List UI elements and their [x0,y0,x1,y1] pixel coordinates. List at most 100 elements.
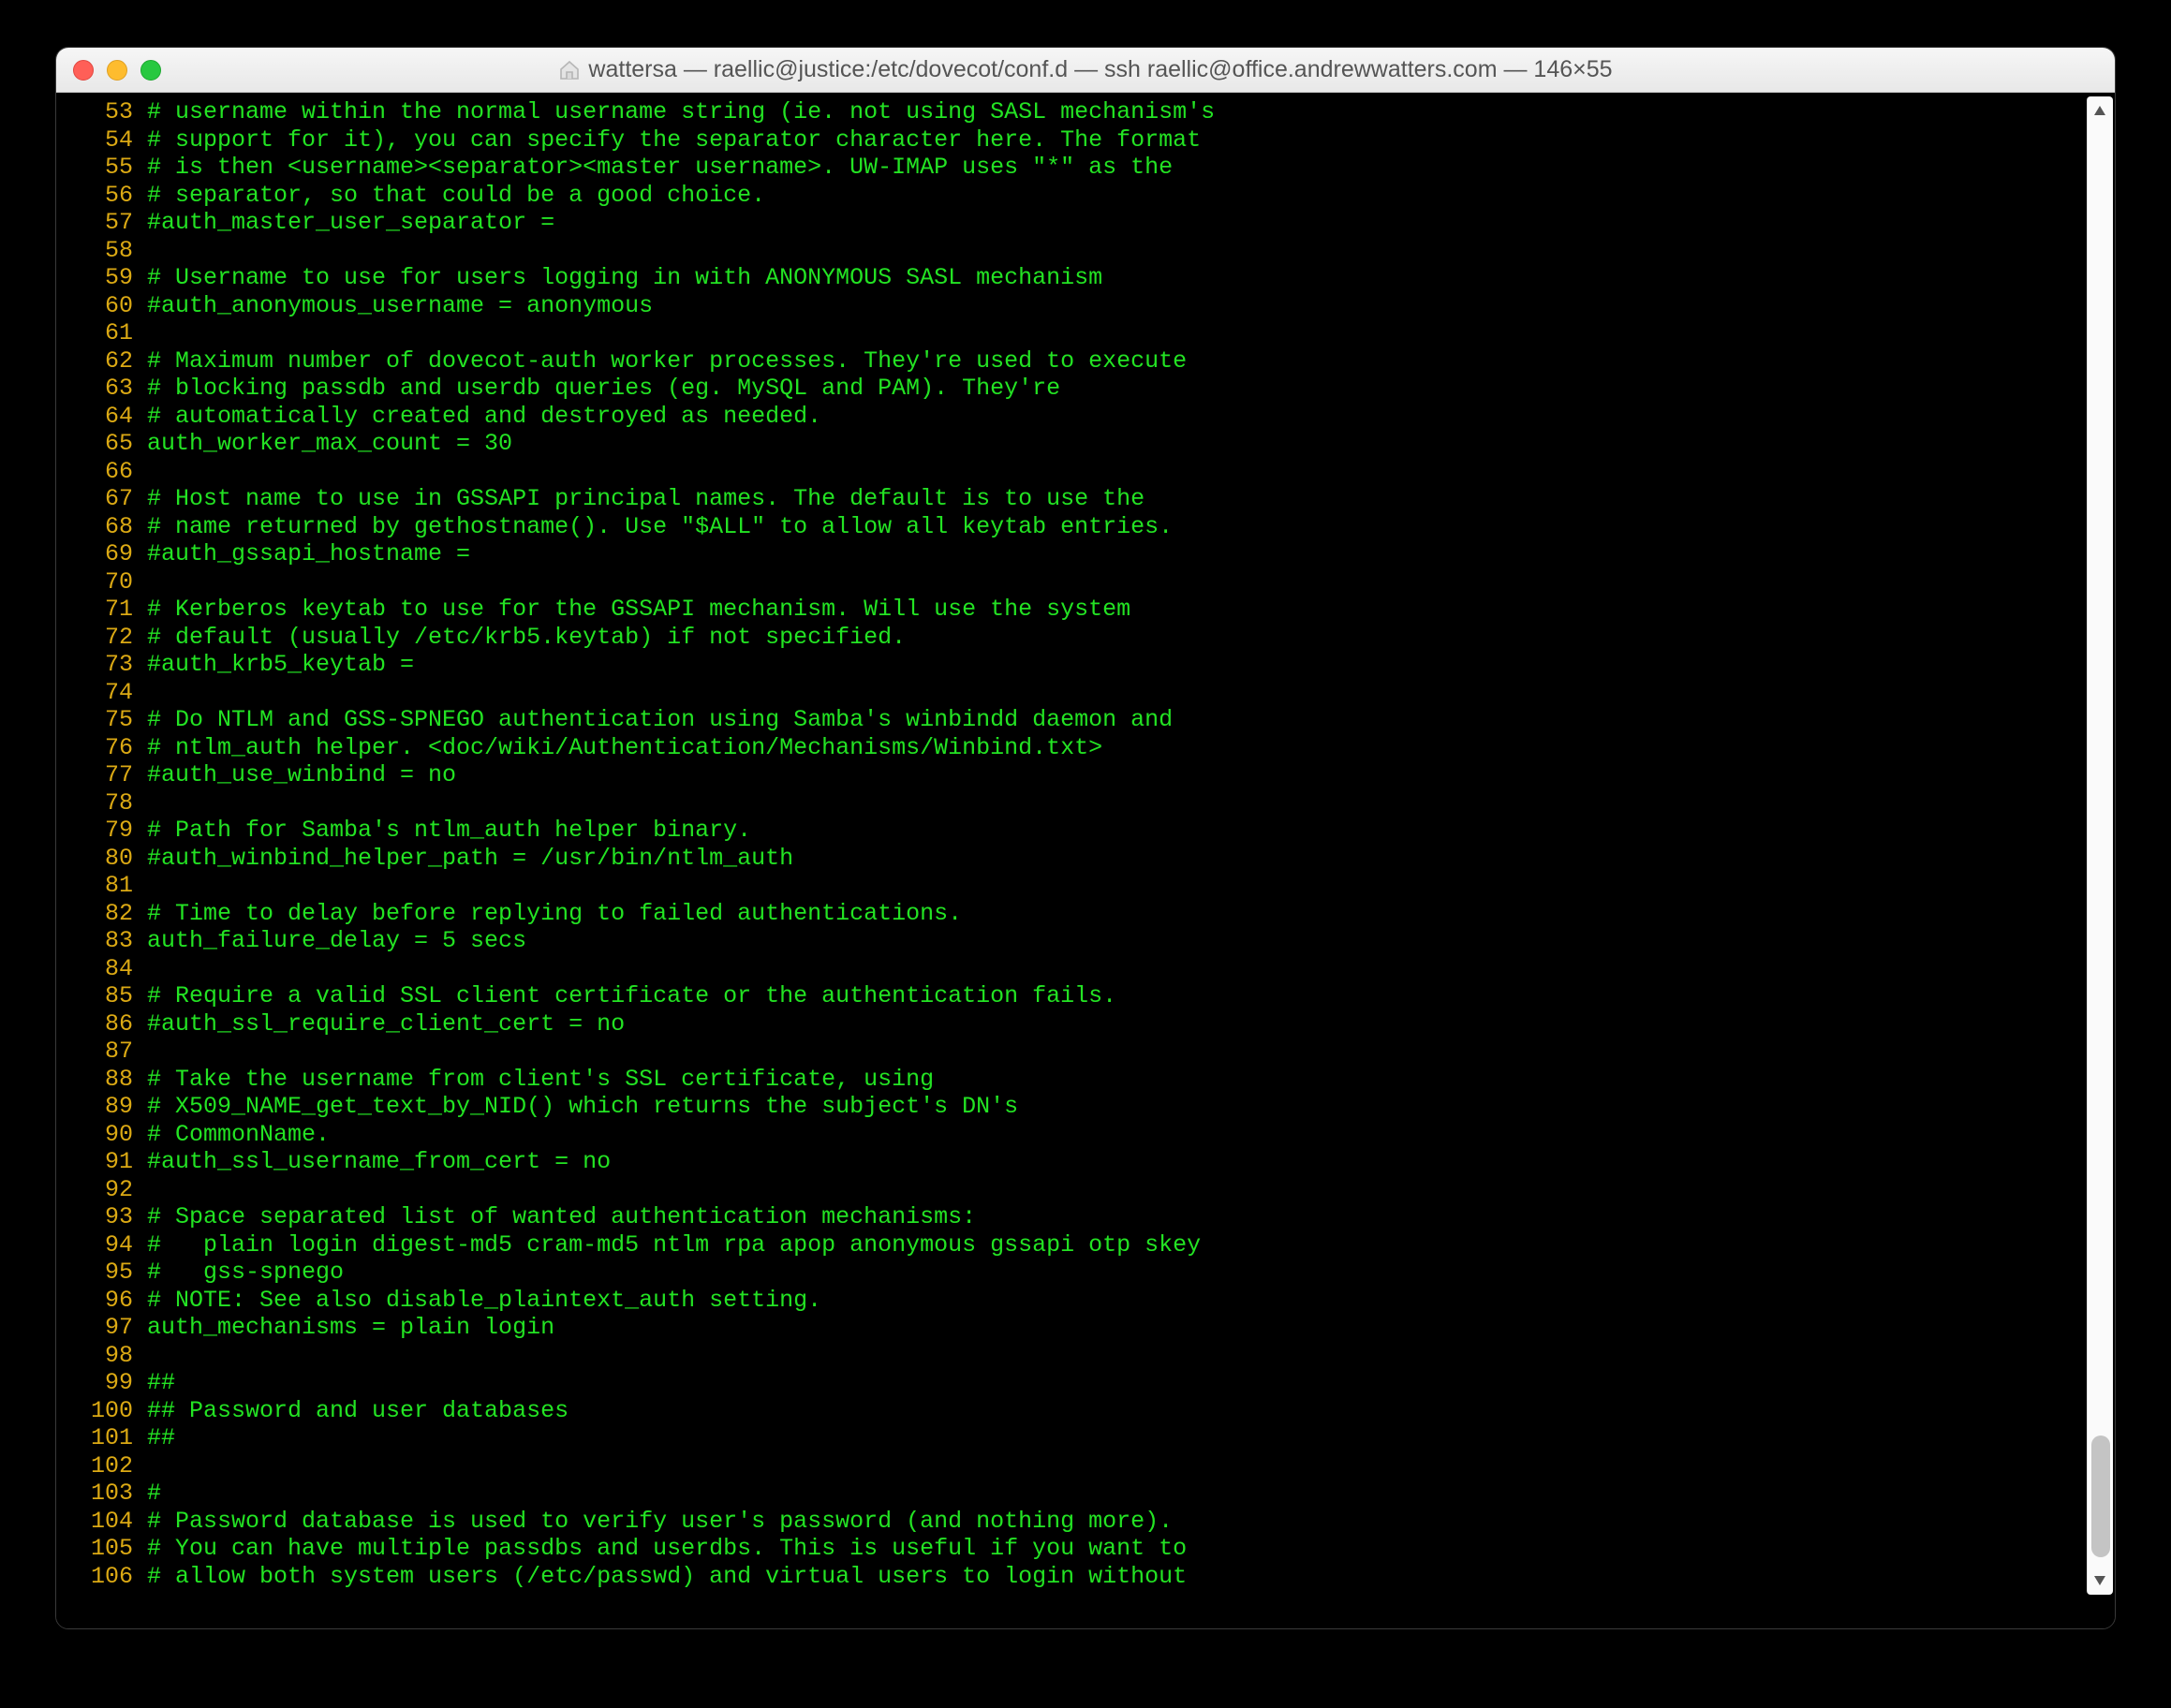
code-line: 74 [77,679,2074,707]
terminal-text[interactable]: 53# username within the normal username … [60,98,2111,1590]
line-number: 68 [77,513,147,541]
line-number: 85 [77,982,147,1010]
line-text: # Path for Samba's ntlm_auth helper bina… [147,817,751,844]
line-text: # is then <username><separator><master u… [147,154,1173,181]
line-text: # plain login digest-md5 cram-md5 ntlm r… [147,1231,1201,1259]
code-line: 77#auth_use_winbind = no [77,761,2074,789]
line-text: # default (usually /etc/krb5.keytab) if … [147,624,906,651]
line-number: 74 [77,679,147,707]
code-line: 55# is then <username><separator><master… [77,154,2074,182]
code-line: 89# X509_NAME_get_text_by_NID() which re… [77,1093,2074,1121]
line-number: 82 [77,900,147,928]
line-text: #auth_anonymous_username = anonymous [147,292,653,319]
code-line: 100## Password and user databases [77,1397,2074,1425]
line-text: #auth_master_user_separator = [147,209,554,236]
line-text: #auth_use_winbind = no [147,761,456,788]
line-number: 55 [77,154,147,182]
code-line: 72# default (usually /etc/krb5.keytab) i… [77,624,2074,652]
code-line: 68# name returned by gethostname(). Use … [77,513,2074,541]
code-line: 92 [77,1176,2074,1204]
line-number: 71 [77,596,147,624]
line-text: #auth_winbind_helper_path = /usr/bin/ntl… [147,845,793,872]
line-text: #auth_gssapi_hostname = [147,540,470,567]
code-line: 54# support for it), you can specify the… [77,126,2074,155]
line-number: 78 [77,789,147,817]
code-line: 76# ntlm_auth helper. <doc/wiki/Authenti… [77,734,2074,762]
code-line: 78 [77,789,2074,817]
line-text: # Time to delay before replying to faile… [147,900,962,927]
line-number: 97 [77,1314,147,1342]
terminal-body[interactable]: 53# username within the normal username … [56,93,2115,1628]
scrollbar[interactable] [2087,96,2113,1595]
line-number: 86 [77,1010,147,1038]
line-number: 75 [77,706,147,734]
line-number: 67 [77,485,147,513]
line-number: 88 [77,1066,147,1094]
line-number: 61 [77,319,147,347]
line-number: 53 [77,98,147,126]
code-line: 105# You can have multiple passdbs and u… [77,1535,2074,1563]
line-number: 73 [77,651,147,679]
code-line: 90# CommonName. [77,1121,2074,1149]
zoom-button[interactable] [140,60,161,81]
minimize-button[interactable] [107,60,127,81]
line-number: 94 [77,1231,147,1259]
line-number: 79 [77,817,147,845]
close-button[interactable] [73,60,94,81]
line-number: 81 [77,872,147,900]
code-line: 99## [77,1369,2074,1397]
code-line: 93# Space separated list of wanted authe… [77,1203,2074,1231]
window-title-area: wattersa — raellic@justice:/etc/dovecot/… [73,56,2098,83]
line-text: auth_mechanisms = plain login [147,1314,554,1341]
line-number: 60 [77,292,147,320]
line-text: #auth_krb5_keytab = [147,651,414,678]
code-line: 69#auth_gssapi_hostname = [77,540,2074,568]
code-line: 67# Host name to use in GSSAPI principal… [77,485,2074,513]
line-number: 100 [77,1397,147,1425]
home-icon [558,59,581,81]
line-text: # Take the username from client's SSL ce… [147,1066,934,1093]
terminal-window: wattersa — raellic@justice:/etc/dovecot/… [55,47,2116,1629]
code-line: 101## [77,1424,2074,1452]
line-number: 64 [77,403,147,431]
line-text: # [147,1480,161,1507]
line-number: 96 [77,1287,147,1315]
line-text: # username within the normal username st… [147,98,1215,125]
line-number: 91 [77,1148,147,1176]
code-line: 65auth_worker_max_count = 30 [77,430,2074,458]
line-text: # X509_NAME_get_text_by_NID() which retu… [147,1093,1018,1120]
code-line: 61 [77,319,2074,347]
line-number: 87 [77,1038,147,1066]
line-text: #auth_ssl_require_client_cert = no [147,1010,625,1038]
code-line: 63# blocking passdb and userdb queries (… [77,375,2074,403]
line-number: 99 [77,1369,147,1397]
scrollbar-thumb[interactable] [2091,1436,2110,1557]
code-line: 85# Require a valid SSL client certifica… [77,982,2074,1010]
line-number: 95 [77,1259,147,1287]
code-line: 80#auth_winbind_helper_path = /usr/bin/n… [77,845,2074,873]
line-number: 58 [77,237,147,265]
line-text: # blocking passdb and userdb queries (eg… [147,375,1060,402]
code-line: 66 [77,458,2074,486]
line-text: #auth_ssl_username_from_cert = no [147,1148,611,1175]
code-line: 86#auth_ssl_require_client_cert = no [77,1010,2074,1038]
line-number: 59 [77,264,147,292]
code-line: 84 [77,955,2074,983]
line-number: 66 [77,458,147,486]
line-text: # separator, so that could be a good cho… [147,182,765,209]
code-line: 73#auth_krb5_keytab = [77,651,2074,679]
scroll-down-arrow[interactable] [2088,1568,2112,1593]
line-text: # Password database is used to verify us… [147,1508,1173,1535]
line-number: 93 [77,1203,147,1231]
line-number: 102 [77,1452,147,1480]
titlebar[interactable]: wattersa — raellic@justice:/etc/dovecot/… [56,48,2115,93]
line-number: 103 [77,1480,147,1508]
scroll-up-arrow[interactable] [2088,98,2112,123]
code-line: 96# NOTE: See also disable_plaintext_aut… [77,1287,2074,1315]
code-line: 60#auth_anonymous_username = anonymous [77,292,2074,320]
line-number: 80 [77,845,147,873]
line-text: # support for it), you can specify the s… [147,126,1201,154]
line-text: auth_worker_max_count = 30 [147,430,512,457]
line-number: 69 [77,540,147,568]
line-text: # Do NTLM and GSS-SPNEGO authentication … [147,706,1173,733]
